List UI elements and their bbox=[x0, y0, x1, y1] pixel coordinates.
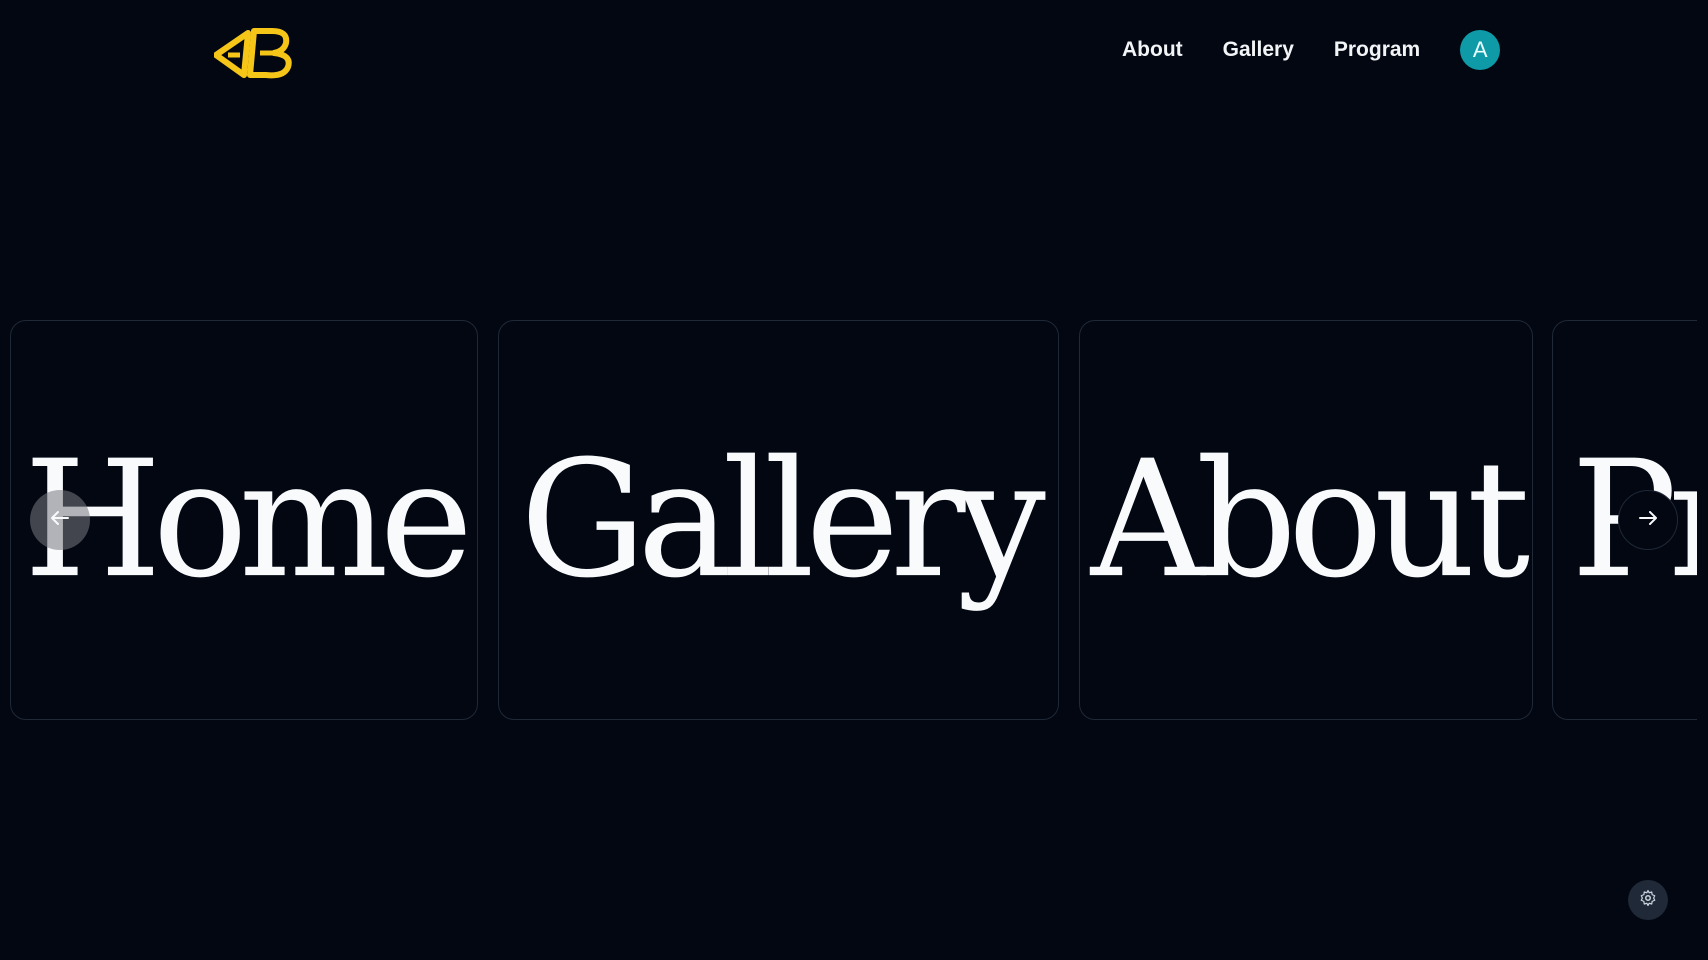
settings-button[interactable] bbox=[1628, 880, 1668, 920]
carousel: Home Gallery About Pr bbox=[0, 320, 1697, 720]
carousel-prev-button[interactable] bbox=[30, 490, 90, 550]
card-title: Gallery bbox=[520, 426, 1046, 614]
arrow-left-icon bbox=[48, 506, 72, 535]
carousel-card-gallery[interactable]: Gallery bbox=[498, 320, 1059, 720]
nav-link-gallery[interactable]: Gallery bbox=[1223, 30, 1294, 70]
card-title: About bbox=[1090, 426, 1531, 614]
avatar[interactable]: A bbox=[1460, 30, 1501, 70]
carousel-next-button[interactable] bbox=[1618, 490, 1678, 550]
nav-link-about[interactable]: About bbox=[1122, 30, 1183, 70]
nav-link-program[interactable]: Program bbox=[1334, 30, 1420, 70]
ab-logo-icon[interactable] bbox=[213, 25, 296, 81]
gear-icon bbox=[1639, 889, 1657, 912]
carousel-card-about[interactable]: About bbox=[1079, 320, 1533, 720]
main-nav: About Gallery Program A bbox=[1122, 30, 1501, 70]
arrow-right-icon bbox=[1636, 506, 1660, 535]
page: About Gallery Program A Home Gallery Abo… bbox=[0, 0, 1708, 960]
